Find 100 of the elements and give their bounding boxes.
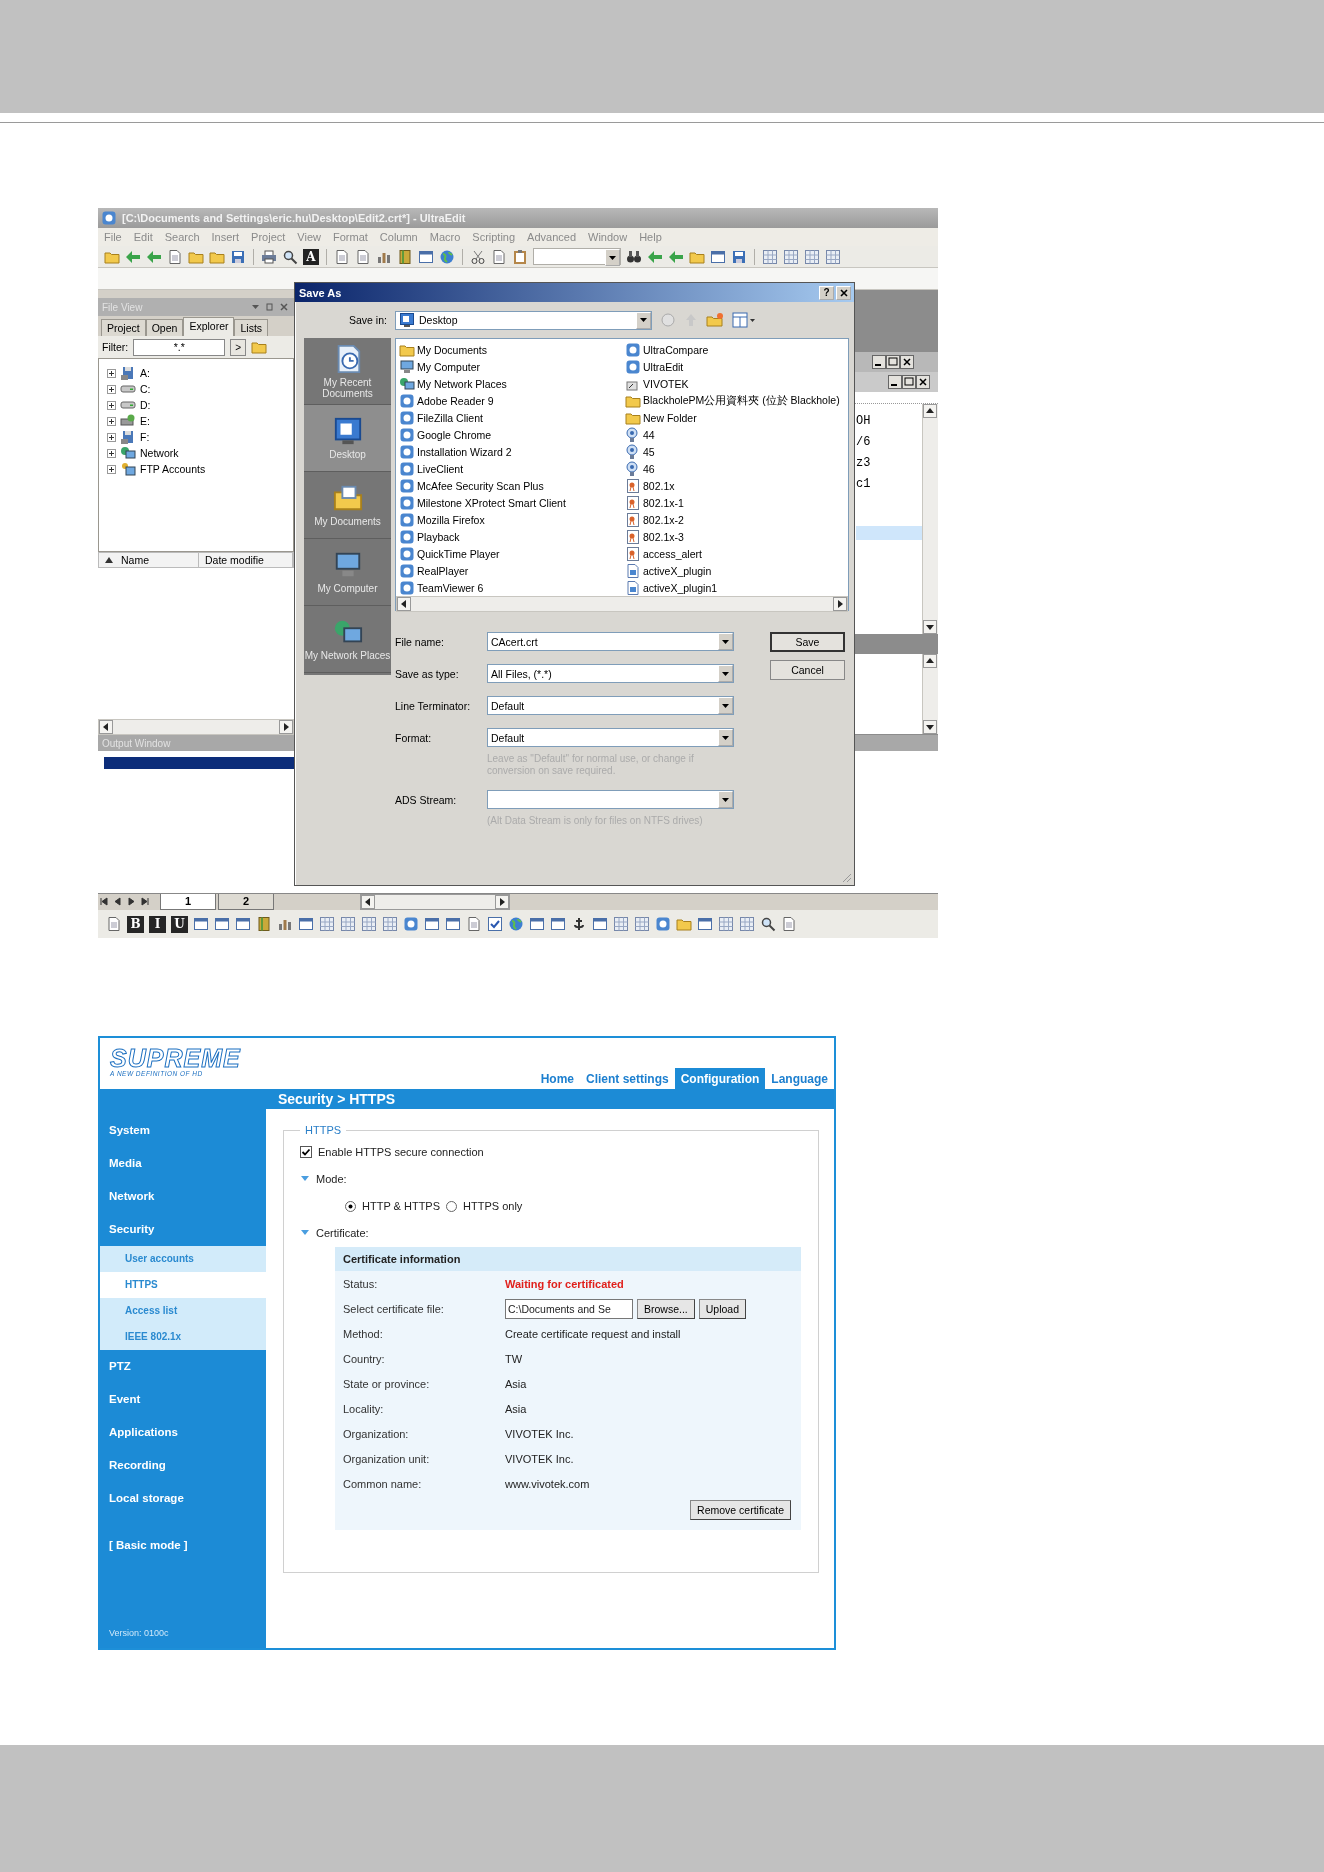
grid-icon[interactable]: [319, 916, 335, 932]
list-entry[interactable]: QuickTime Player: [417, 547, 500, 560]
place-item[interactable]: My Network Places: [304, 606, 391, 673]
globe-icon[interactable]: [508, 916, 524, 932]
format-button[interactable]: I: [149, 915, 166, 933]
list-entry[interactable]: VIVOTEK: [643, 377, 689, 390]
sidebar-item[interactable]: Media: [100, 1147, 266, 1180]
dropdown-field[interactable]: [487, 790, 734, 809]
sidebar-item[interactable]: Recording: [100, 1449, 266, 1482]
binoculars-icon[interactable]: [626, 248, 642, 265]
radio-button[interactable]: [345, 1200, 356, 1212]
expander-icon[interactable]: [107, 464, 116, 474]
grid-icon[interactable]: [739, 916, 755, 932]
list-entry[interactable]: TeamViewer 6: [417, 581, 484, 594]
maximize-icon[interactable]: [886, 355, 900, 369]
clipboard-icon[interactable]: [512, 248, 528, 265]
expand-arrow-icon[interactable]: [300, 1175, 310, 1183]
dropdown-field[interactable]: Default: [487, 728, 734, 747]
sidebar-item[interactable]: Local storage: [100, 1482, 266, 1515]
expander-icon[interactable]: [107, 432, 116, 442]
list-entry[interactable]: FileZilla Client: [417, 411, 483, 424]
format-button[interactable]: U: [171, 915, 188, 933]
window-icon[interactable]: [214, 916, 230, 932]
sidebar-item[interactable]: Applications: [100, 1416, 266, 1449]
nav-tab[interactable]: Client settings: [580, 1068, 675, 1089]
window-icon[interactable]: [710, 248, 726, 265]
dropdown-field[interactable]: Default: [487, 696, 734, 715]
list-entry[interactable]: My Computer: [417, 360, 480, 373]
dialog-button[interactable]: Cancel: [770, 660, 845, 680]
list-entry[interactable]: Milestone XProtect Smart Client: [417, 496, 566, 509]
dropdown-field[interactable]: CAcert.crt: [487, 632, 734, 651]
file-path-field[interactable]: C:\Documents and Se: [505, 1298, 633, 1319]
form-button[interactable]: Upload: [698, 1298, 747, 1319]
scroll-down-icon[interactable]: [923, 720, 937, 734]
window-icon[interactable]: [193, 916, 209, 932]
list-entry[interactable]: Google Chrome: [417, 428, 492, 441]
close-icon[interactable]: [900, 355, 914, 369]
list-entry[interactable]: 802.1x-2: [643, 513, 684, 526]
panel-tab[interactable]: Lists: [234, 319, 269, 336]
list-entry[interactable]: 44: [643, 428, 655, 441]
grid-icon[interactable]: [718, 916, 734, 932]
window-icon[interactable]: [592, 916, 608, 932]
window-icon[interactable]: [697, 916, 713, 932]
list-entry[interactable]: BlackholePM公用資料夾 (位於 Blackhole): [643, 393, 840, 408]
document-icon[interactable]: [334, 248, 350, 265]
folder-icon[interactable]: [251, 339, 268, 355]
window-icon[interactable]: [445, 916, 461, 932]
scroll-left-icon[interactable]: [361, 895, 375, 909]
views-icon[interactable]: [731, 312, 756, 328]
list-entry[interactable]: Playback: [417, 530, 460, 543]
list-entry[interactable]: 46: [643, 462, 655, 475]
window-icon[interactable]: [235, 916, 251, 932]
scroll-right-icon[interactable]: [279, 720, 293, 734]
window-icon[interactable]: [418, 248, 434, 265]
scroll-left-icon[interactable]: [397, 597, 411, 611]
window-icon[interactable]: [550, 916, 566, 932]
list-entry[interactable]: LiveClient: [417, 462, 464, 475]
document-icon[interactable]: [491, 248, 507, 265]
tree-item[interactable]: Network: [140, 447, 179, 459]
column-header[interactable]: Date modifie: [199, 553, 293, 567]
printer-icon[interactable]: [261, 248, 277, 265]
list-entry[interactable]: RealPlayer: [417, 564, 469, 577]
scroll-up-icon[interactable]: [923, 404, 937, 418]
document-icon[interactable]: [167, 248, 183, 265]
list-entry[interactable]: My Network Places: [417, 377, 507, 390]
apply-filter-button[interactable]: >: [230, 338, 247, 356]
panel-tab[interactable]: Explorer: [183, 317, 235, 336]
maximize-icon[interactable]: [902, 375, 916, 389]
sidebar-item[interactable]: Event: [100, 1383, 266, 1416]
list-entry[interactable]: access_alert: [643, 547, 702, 560]
magnifier-icon[interactable]: [760, 916, 776, 932]
save-icon[interactable]: [230, 248, 246, 265]
panel-tab[interactable]: Open: [145, 319, 184, 336]
submenu-item[interactable]: HTTPS: [100, 1272, 266, 1298]
radio-button[interactable]: [446, 1200, 458, 1212]
list-entry[interactable]: Installation Wizard 2: [417, 445, 512, 458]
grid-icon[interactable]: [804, 248, 820, 265]
place-item[interactable]: My Computer: [304, 539, 391, 606]
sidebar-item[interactable]: Network: [100, 1180, 266, 1213]
dialog-button[interactable]: Save: [770, 632, 845, 652]
remove-button[interactable]: Remove certificate: [690, 1500, 791, 1520]
grid-icon[interactable]: [783, 248, 799, 265]
scroll-right-icon[interactable]: [833, 597, 847, 611]
grid-icon[interactable]: [382, 916, 398, 932]
tree-item[interactable]: F:: [140, 431, 150, 443]
filter-field[interactable]: *.*: [133, 338, 226, 356]
panel-controls-icon[interactable]: [250, 302, 290, 312]
expander-icon[interactable]: [107, 384, 116, 394]
grid-icon[interactable]: [361, 916, 377, 932]
scroll-down-icon[interactable]: [923, 620, 937, 634]
tree-item[interactable]: E:: [140, 415, 150, 427]
tree-item[interactable]: FTP Accounts: [140, 463, 206, 475]
anchor-icon[interactable]: [571, 916, 587, 932]
document-icon[interactable]: [355, 248, 371, 265]
grid-icon[interactable]: [762, 248, 778, 265]
scroll-right-icon[interactable]: [495, 895, 509, 909]
app-icon[interactable]: [403, 916, 419, 932]
list-entry[interactable]: New Folder: [643, 411, 697, 424]
list-entry[interactable]: activeX_plugin: [643, 564, 712, 577]
resize-grip-icon[interactable]: [840, 871, 852, 883]
